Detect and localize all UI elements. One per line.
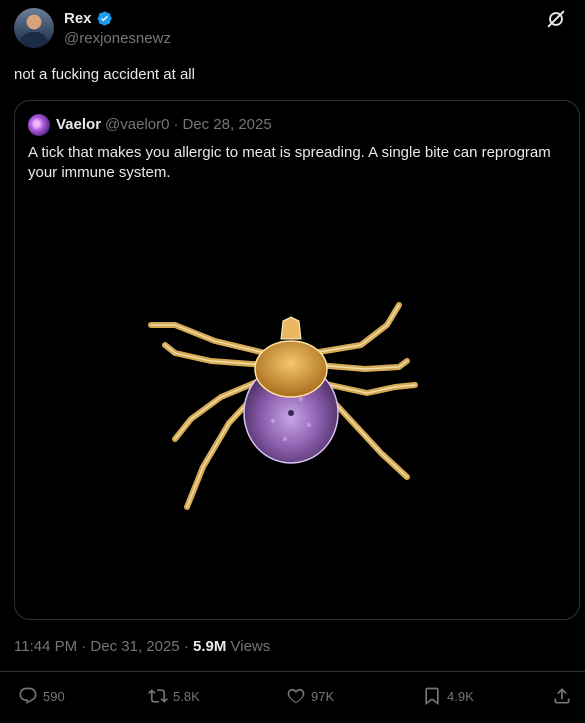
tweet-text: not a fucking accident at all [14,66,195,83]
like-icon [287,688,305,704]
quoted-separator: · [173,116,179,133]
grok-icon[interactable] [545,8,567,30]
like-count: 97K [311,688,335,704]
bookmark-count: 4.9K [447,688,474,704]
author-avatar[interactable] [14,8,54,48]
action-bar: 590 5.8K 97K 4.9K [14,686,574,710]
reply-count: 590 [43,688,65,704]
author-name-row: Rex [64,10,113,27]
share-button[interactable] [552,686,572,706]
divider [0,671,585,672]
bookmark-icon [425,687,439,706]
tweet-header: Rex @rexjonesnewz [14,8,571,50]
views-count: 5.9M [192,638,227,655]
quoted-author-avatar[interactable] [28,114,50,136]
repost-icon [148,689,168,703]
bookmark-button[interactable]: 4.9K [422,686,474,706]
repost-count: 5.8K [173,688,200,704]
author-display-name[interactable]: Rex [64,10,92,27]
tweet-time[interactable]: 11:44 PM · Dec 31, 2025 · [14,638,193,655]
quoted-meta: Vaelor @vaelor0 · Dec 28, 2025 [56,116,272,133]
tweet-timestamp: 11:44 PM · Dec 31, 2025 · 5.9M Views [14,638,270,655]
share-icon [554,688,570,704]
quoted-handle[interactable]: @vaelor0 [105,116,169,133]
views-label: Views [226,638,271,655]
quoted-display-name[interactable]: Vaelor [56,116,101,133]
repost-button[interactable]: 5.8K [148,686,200,706]
reply-icon [19,687,37,704]
tick-image[interactable] [15,281,580,620]
quoted-tweet[interactable]: Vaelor @vaelor0 · Dec 28, 2025 A tick th… [14,100,580,620]
author-handle[interactable]: @rexjonesnewz [64,30,171,47]
verified-badge-icon [97,11,112,26]
quoted-text: A tick that makes you allergic to meat i… [28,144,551,181]
reply-button[interactable]: 590 [18,686,65,706]
quoted-date[interactable]: Dec 28, 2025 [182,116,271,133]
like-button[interactable]: 97K [286,686,334,706]
